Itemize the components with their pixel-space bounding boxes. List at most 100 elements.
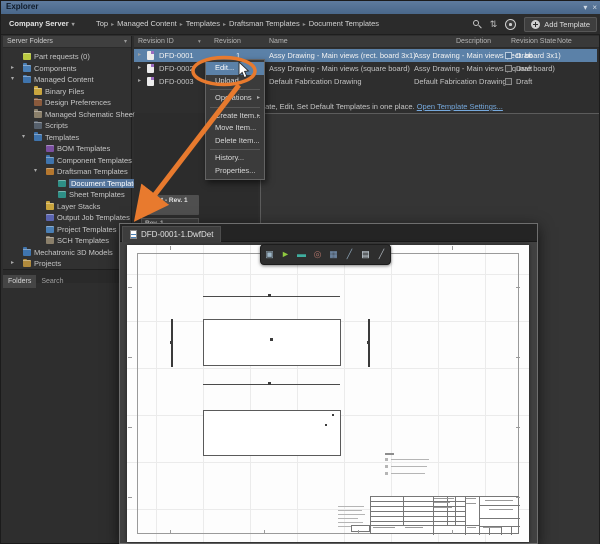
menu-item-operations[interactable]: Operations ▸ [206, 92, 264, 105]
collapse-icon[interactable]: ▾ [22, 133, 25, 140]
fabrication-view-icon[interactable]: ╱ [344, 248, 356, 261]
zone-tick [516, 357, 520, 358]
latest-revision-tab[interactable]: Latest - Rev. 1 Draft [141, 195, 199, 215]
sidebar-item[interactable]: Sheet Templates [3, 189, 131, 201]
breadcrumb-item[interactable]: Managed Content [117, 19, 177, 28]
title-block-line [371, 501, 465, 502]
menu-item-label: Upload [215, 76, 239, 85]
text-line [338, 518, 358, 519]
tab-search[interactable]: Search [36, 275, 68, 288]
document-icon [46, 214, 54, 221]
menu-item-upload[interactable]: Upload [206, 75, 264, 88]
expand-icon[interactable]: ▸ [138, 64, 141, 71]
expand-icon[interactable]: ▸ [138, 51, 141, 58]
collapse-icon[interactable]: ▾ [34, 167, 37, 174]
breadcrumb: Top▸Managed Content▸Templates▸Draftsman … [93, 19, 382, 28]
zone-tick [516, 287, 520, 288]
column-header[interactable]: Revision [214, 38, 241, 45]
close-icon[interactable]: × [592, 1, 597, 14]
hint-bar: Create, Edit, Set Default Templates in o… [134, 100, 599, 113]
revision-state-cell: Draft [516, 64, 532, 73]
board-view-icon[interactable]: ▣ [264, 248, 276, 261]
sidebar-item[interactable]: Output Job Templates [3, 212, 131, 224]
sidebar-item[interactable]: Binary Files [3, 86, 131, 98]
board-top-view [203, 296, 340, 297]
breadcrumb-item[interactable]: Templates [186, 19, 220, 28]
menu-item-label: Operations [215, 93, 252, 102]
sidebar-item[interactable]: ▾Draftsman Templates [3, 166, 131, 178]
sidebar-item[interactable]: Scripts [3, 120, 131, 132]
state-checkbox-icon[interactable] [505, 78, 512, 85]
document-icon [147, 77, 154, 86]
context-menu: Edit...UploadOperations▸Create Item...▸M… [205, 59, 265, 180]
title-block-text-line [466, 503, 476, 504]
state-checkbox-icon[interactable] [505, 52, 512, 59]
sidebar-item[interactable]: ▾Managed Content [3, 74, 131, 86]
settings-icon[interactable] [505, 19, 516, 30]
breadcrumb-item[interactable]: Top [96, 19, 108, 28]
menu-item-properties[interactable]: Properties... [206, 165, 264, 178]
name-cell: Assy Drawing - Main views (square board) [269, 64, 410, 73]
column-header[interactable]: Revision State [511, 38, 556, 45]
submenu-arrow-icon: ▸ [257, 92, 260, 105]
sidebar-item[interactable]: Managed Schematic Sheets [3, 109, 131, 121]
detail-view-icon[interactable]: ▦ [328, 248, 340, 261]
state-checkbox-icon[interactable] [505, 65, 512, 72]
expand-icon[interactable]: ▸ [138, 77, 141, 84]
table-row[interactable]: ▸DFD-0002Assy Drawing - Main views (squa… [134, 62, 597, 75]
place-view-icon[interactable]: ► [280, 248, 292, 261]
sidebar-item[interactable]: Project Templates [3, 224, 131, 236]
server-dropdown[interactable]: Company Server▾ [9, 19, 75, 28]
sidebar-item[interactable]: Document Templates [3, 178, 131, 190]
table-row[interactable]: ▸DFD-00011Assy Drawing - Main views (rec… [134, 49, 597, 62]
expand-icon[interactable]: ▸ [11, 64, 14, 71]
name-cell: Default Fabrication Drawing [269, 77, 362, 86]
add-template-button[interactable]: Add Template [524, 17, 597, 32]
assembly-view-icon[interactable]: ▬ [296, 248, 308, 261]
explorer-panel: Explorer ▾ × Company Server▾ Top▸Managed… [0, 0, 600, 544]
sidebar-header[interactable]: Server Folders ▾ [3, 36, 131, 48]
section-view-icon[interactable]: ◎ [312, 248, 324, 261]
sidebar-item[interactable]: Design Preferences [3, 97, 131, 109]
column-header[interactable]: Revision ID [138, 38, 174, 45]
menu-item-history[interactable]: History... [206, 152, 264, 165]
folder-icon [34, 134, 42, 141]
menu-item-label: History... [215, 153, 244, 162]
panel-menu-icon[interactable]: ▾ [583, 1, 587, 14]
title-block-text-line [434, 498, 454, 499]
sidebar-item[interactable]: ▸Components [3, 63, 131, 75]
breadcrumb-item[interactable]: Draftsman Templates [229, 19, 300, 28]
column-header[interactable]: Description [456, 38, 491, 45]
drawing-canvas[interactable]: ▣ ► ▬ ◎ ▦ ╱ ▤ ╱ [120, 242, 537, 543]
submenu-arrow-icon: ▸ [257, 110, 260, 123]
search-icon[interactable] [473, 20, 482, 29]
column-header[interactable]: Name [269, 38, 288, 45]
table-row[interactable]: ▸DFD-0003Default Fabrication DrawingDefa… [134, 75, 597, 88]
chevron-down-icon: ▾ [72, 22, 75, 28]
sidebar-item[interactable]: SCH Templates [3, 235, 131, 247]
title-block-line [511, 526, 512, 535]
tab-folders[interactable]: Folders [3, 275, 36, 288]
menu-item-move-item[interactable]: Move Item... [206, 122, 264, 135]
column-header[interactable]: Note [557, 38, 572, 45]
sidebar-item[interactable]: Mechatronic 3D Models [3, 247, 131, 259]
menu-item-edit[interactable]: Edit... [206, 62, 264, 75]
sidebar-item[interactable]: Part requests (0) [3, 51, 131, 63]
sidebar-item[interactable]: Component Templates [3, 155, 131, 167]
sidebar-item-label: Binary Files [45, 87, 84, 96]
collapse-icon[interactable]: ▾ [11, 75, 14, 82]
breadcrumb-item[interactable]: Document Templates [309, 19, 379, 28]
sidebar-item[interactable]: Layer Stacks [3, 201, 131, 213]
sidebar-item-label: Scripts [45, 121, 68, 130]
open-template-settings-link[interactable]: Open Template Settings... [417, 102, 503, 111]
sidebar-item[interactable]: BOM Templates [3, 143, 131, 155]
document-tab[interactable]: DFD-0001-1.DwfDet [122, 226, 221, 242]
table-icon[interactable]: ▤ [360, 248, 372, 261]
line-icon[interactable]: ╱ [376, 248, 388, 261]
menu-item-create-item[interactable]: Create Item...▸ [206, 110, 264, 123]
sidebar-item[interactable]: ▸Projects [3, 258, 131, 270]
sidebar-item[interactable]: ▾Templates [3, 132, 131, 144]
sync-icon[interactable]: ⇅ [490, 20, 498, 29]
menu-item-delete-item[interactable]: Delete Item... [206, 135, 264, 148]
expand-icon[interactable]: ▸ [11, 259, 14, 266]
